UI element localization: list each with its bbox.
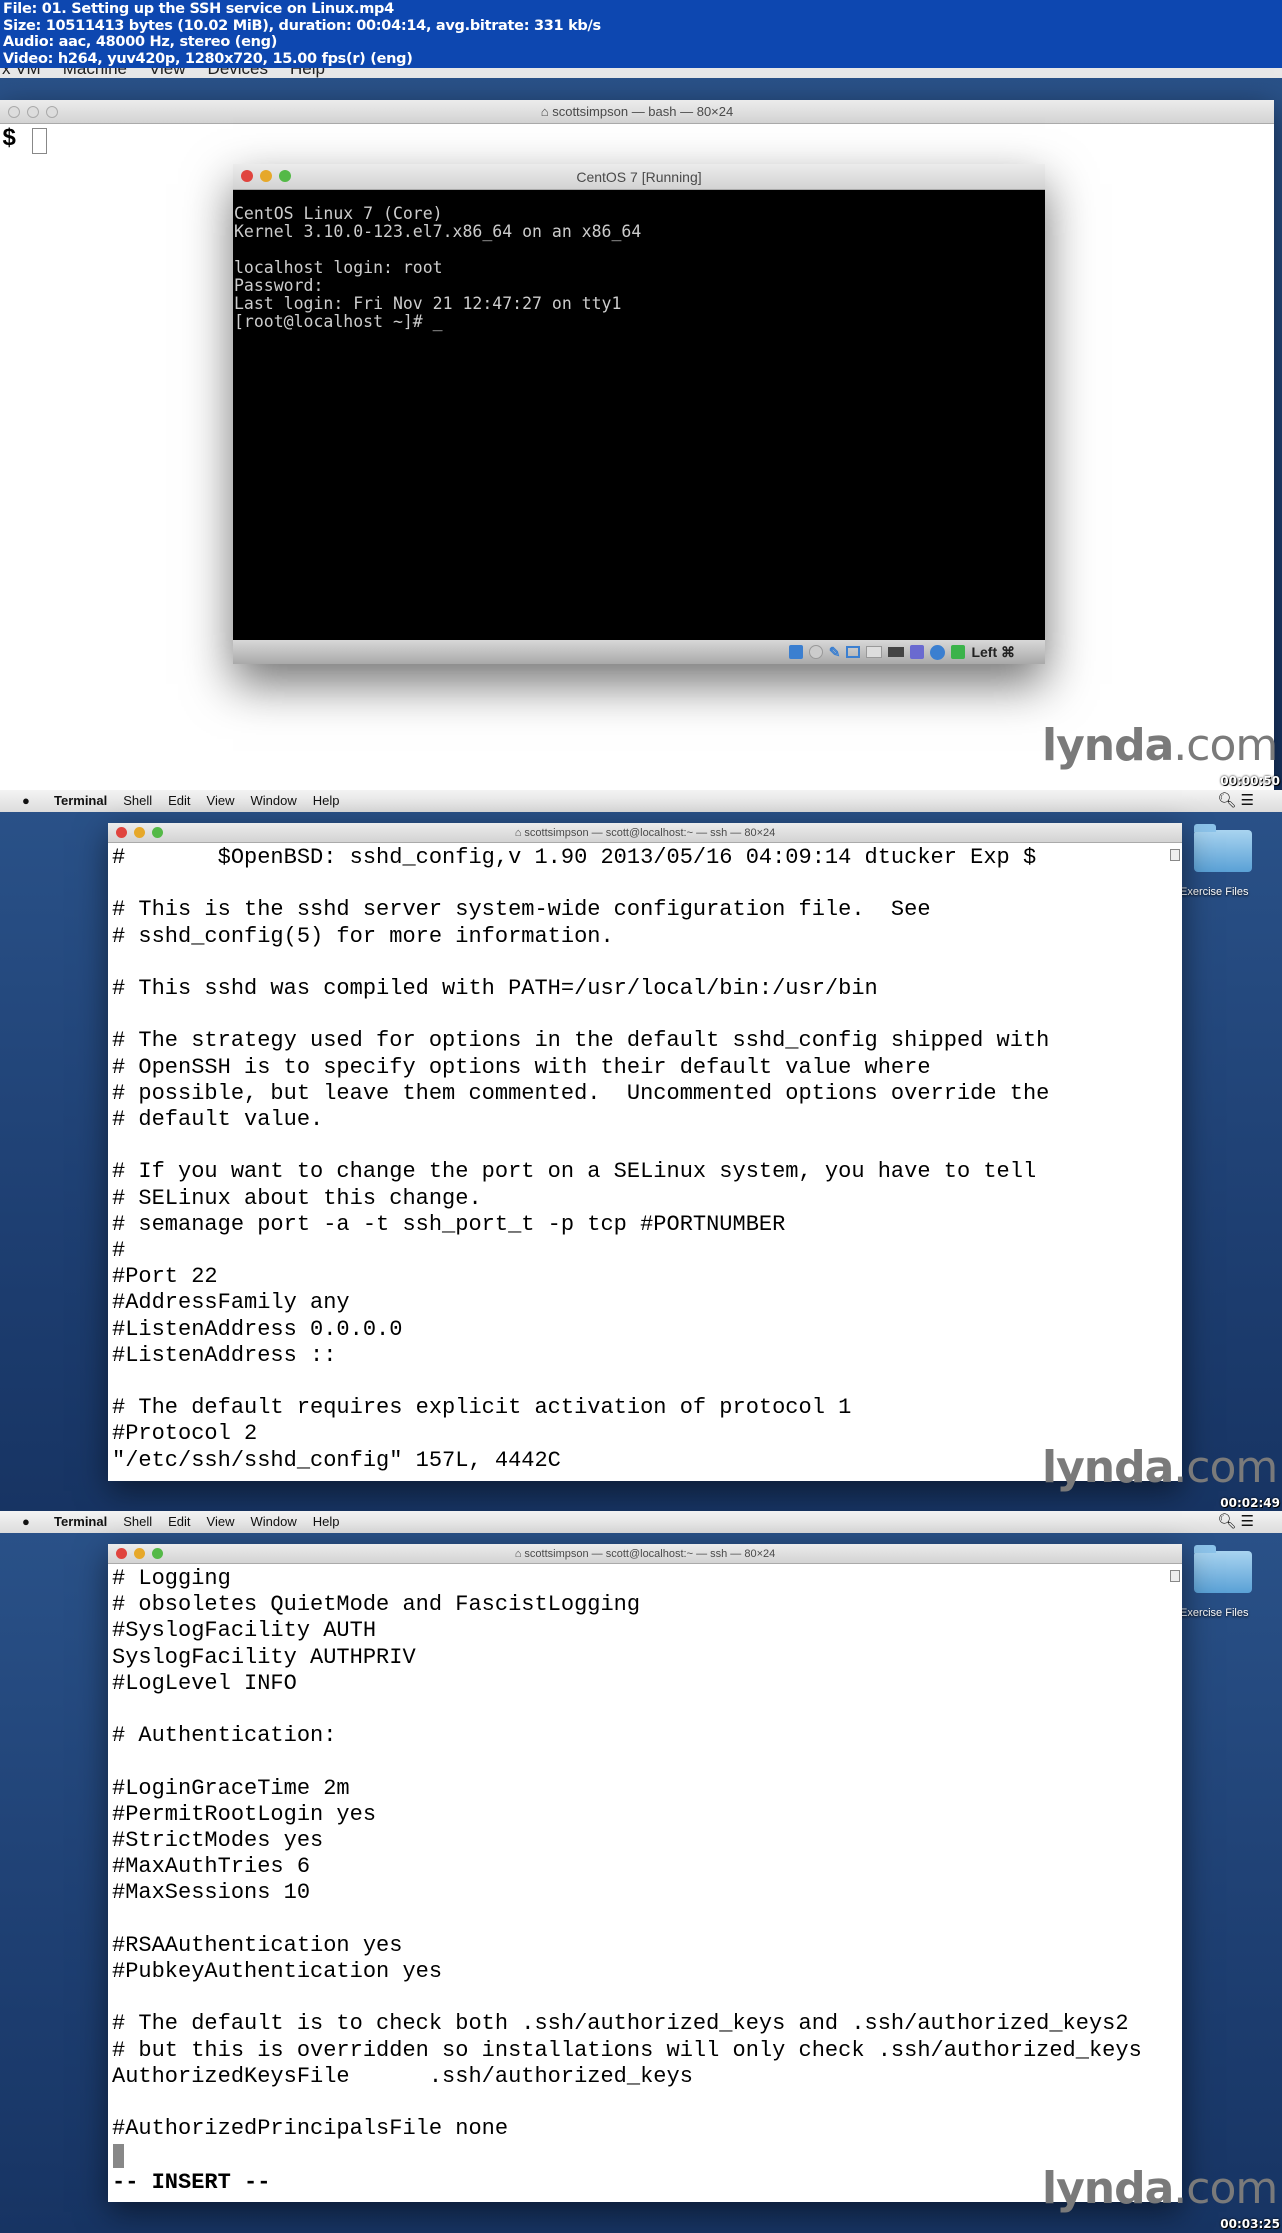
- terminal-title-bar: ⌂ scottsimpson — scott@localhost:~ — ssh…: [108, 823, 1182, 843]
- terminal-title-bar: ⌂ scottsimpson — bash — 80×24: [0, 100, 1274, 124]
- close-button[interactable]: [116, 827, 127, 838]
- window-title: scottsimpson — bash — 80×24: [552, 104, 734, 119]
- terminal-window: ⌂ scottsimpson — scott@localhost:~ — ssh…: [108, 1544, 1182, 2202]
- zoom-button[interactable]: [46, 106, 58, 118]
- network-icon[interactable]: [846, 646, 861, 658]
- timestamp: 00:02:49: [1220, 1496, 1280, 1510]
- home-icon: ⌂: [514, 1548, 525, 1560]
- terminal-content[interactable]: # Logging # obsoletes QuietMode and Fasc…: [108, 1564, 1182, 2142]
- spotlight-icon[interactable]: 🔍︎ ☰: [1217, 790, 1254, 812]
- frame-1: x VM Machine View Devices Help ⌂ scottsimpso…: [0, 68, 1282, 790]
- mac-menubar: ● Terminal Shell Edit View Window Help 🔍︎ ☰: [0, 1511, 1282, 1533]
- lynda-logo: lynda.com: [1042, 2163, 1278, 2214]
- mouse-integration-icon[interactable]: [930, 644, 946, 660]
- frame-3: ● Terminal Shell Edit View Window Help 🔍︎ ☰ E…: [0, 1511, 1282, 2233]
- terminal-window: ⌂ scottsimpson — scott@localhost:~ — ssh…: [108, 823, 1182, 1481]
- timestamp: 00:03:25: [1220, 2217, 1280, 2231]
- cursor: [32, 128, 47, 154]
- vm-status-bar: ✎ Left ⌘: [233, 640, 1045, 664]
- minimize-button[interactable]: [260, 170, 272, 182]
- file-name: File: 01. Setting up the SSH service on …: [3, 1, 394, 17]
- mac-menubar: ● Terminal Shell Edit View Window Help 🔍︎ ☰: [0, 790, 1282, 812]
- folder-icon[interactable]: [1194, 824, 1252, 872]
- prompt: $: [2, 126, 17, 153]
- folder-icon[interactable]: [1194, 1545, 1252, 1593]
- vrde-icon[interactable]: [910, 645, 925, 659]
- video-capture-icon[interactable]: [888, 647, 905, 657]
- menu-view[interactable]: View: [149, 68, 186, 78]
- terminal-title-bar: ⌂ scottsimpson — scott@localhost:~ — ssh…: [108, 1544, 1182, 1564]
- shared-folder-icon[interactable]: [866, 646, 883, 658]
- menu-view[interactable]: View: [207, 1514, 235, 1529]
- apple-icon[interactable]: ●: [22, 1511, 30, 1533]
- menu-window[interactable]: Window: [251, 1514, 297, 1529]
- menu-terminal[interactable]: Terminal: [54, 793, 107, 808]
- vm-title: CentOS 7 [Running]: [576, 169, 702, 185]
- zoom-button[interactable]: [279, 170, 291, 182]
- vm-title-bar: CentOS 7 [Running]: [233, 164, 1045, 190]
- menu-edit[interactable]: Edit: [168, 1514, 190, 1529]
- timestamp: 00:00:50: [1220, 774, 1280, 788]
- home-icon: ⌂: [514, 827, 525, 839]
- usb-icon[interactable]: ✎: [829, 644, 841, 661]
- minimize-button[interactable]: [134, 1548, 145, 1559]
- optical-disc-icon[interactable]: [808, 645, 823, 659]
- home-icon: ⌂: [540, 104, 553, 119]
- lynda-logo: lynda.com: [1042, 1442, 1278, 1493]
- terminal-window: ⌂ scottsimpson — bash — 80×24 $ CentOS 7…: [0, 100, 1274, 790]
- menu-view[interactable]: View: [207, 793, 235, 808]
- vm-window[interactable]: CentOS 7 [Running] CentOS Linux 7 (Core)…: [233, 164, 1045, 664]
- close-button[interactable]: [241, 170, 253, 182]
- window-title: scottsimpson — scott@localhost:~ — ssh —…: [524, 1548, 776, 1560]
- menu-help[interactable]: Help: [313, 793, 340, 808]
- host-key-icon[interactable]: [951, 645, 966, 659]
- menu-window[interactable]: Window: [251, 793, 297, 808]
- scrollbar[interactable]: [1170, 1570, 1180, 1582]
- minimize-button[interactable]: [134, 827, 145, 838]
- lynda-logo: lynda.com: [1042, 720, 1278, 771]
- folder-label[interactable]: Exercise Files: [1180, 886, 1248, 898]
- file-info-header: File: 01. Setting up the SSH service on …: [0, 0, 1282, 68]
- text-cursor: [113, 2144, 124, 2168]
- menu-shell[interactable]: Shell: [123, 1514, 152, 1529]
- menu-help[interactable]: Help: [313, 1514, 340, 1529]
- audio-info: Audio: aac, 48000 Hz, stereo (eng): [3, 34, 278, 50]
- file-size: Size: 10511413 bytes (10.02 MiB), durati…: [3, 17, 601, 34]
- menu-terminal[interactable]: Terminal: [54, 1514, 107, 1529]
- menu-edit[interactable]: Edit: [168, 793, 190, 808]
- terminal-content[interactable]: # $OpenBSD: sshd_config,v 1.90 2013/05/1…: [108, 843, 1182, 1474]
- spotlight-icon[interactable]: 🔍︎ ☰: [1217, 1511, 1254, 1533]
- minimize-button[interactable]: [27, 106, 39, 118]
- menu-machine[interactable]: Machine: [63, 68, 127, 78]
- close-button[interactable]: [116, 1548, 127, 1559]
- apple-icon[interactable]: ●: [22, 790, 30, 812]
- scrollbar[interactable]: [1170, 849, 1180, 861]
- frame-2: ● Terminal Shell Edit View Window Help 🔍︎ ☰ E…: [0, 790, 1282, 1512]
- menu-shell[interactable]: Shell: [123, 793, 152, 808]
- hard-disk-icon[interactable]: [788, 645, 803, 659]
- video-info: Video: h264, yuv420p, 1280x720, 15.00 fp…: [3, 50, 413, 67]
- zoom-button[interactable]: [152, 827, 163, 838]
- vim-mode-indicator: -- INSERT --: [112, 2170, 271, 2195]
- folder-label[interactable]: Exercise Files: [1180, 1607, 1248, 1619]
- menu-devices[interactable]: Devices: [208, 68, 268, 78]
- window-title: scottsimpson — scott@localhost:~ — ssh —…: [524, 827, 776, 839]
- close-button[interactable]: [8, 106, 20, 118]
- host-key-label: Left ⌘: [971, 643, 1015, 660]
- virtualbox-menubar: x VM Machine View Devices Help: [0, 68, 1282, 78]
- vm-console[interactable]: CentOS Linux 7 (Core) Kernel 3.10.0-123.…: [233, 190, 1045, 331]
- menu-app[interactable]: x VM: [2, 68, 41, 78]
- menu-help[interactable]: Help: [290, 68, 325, 78]
- zoom-button[interactable]: [152, 1548, 163, 1559]
